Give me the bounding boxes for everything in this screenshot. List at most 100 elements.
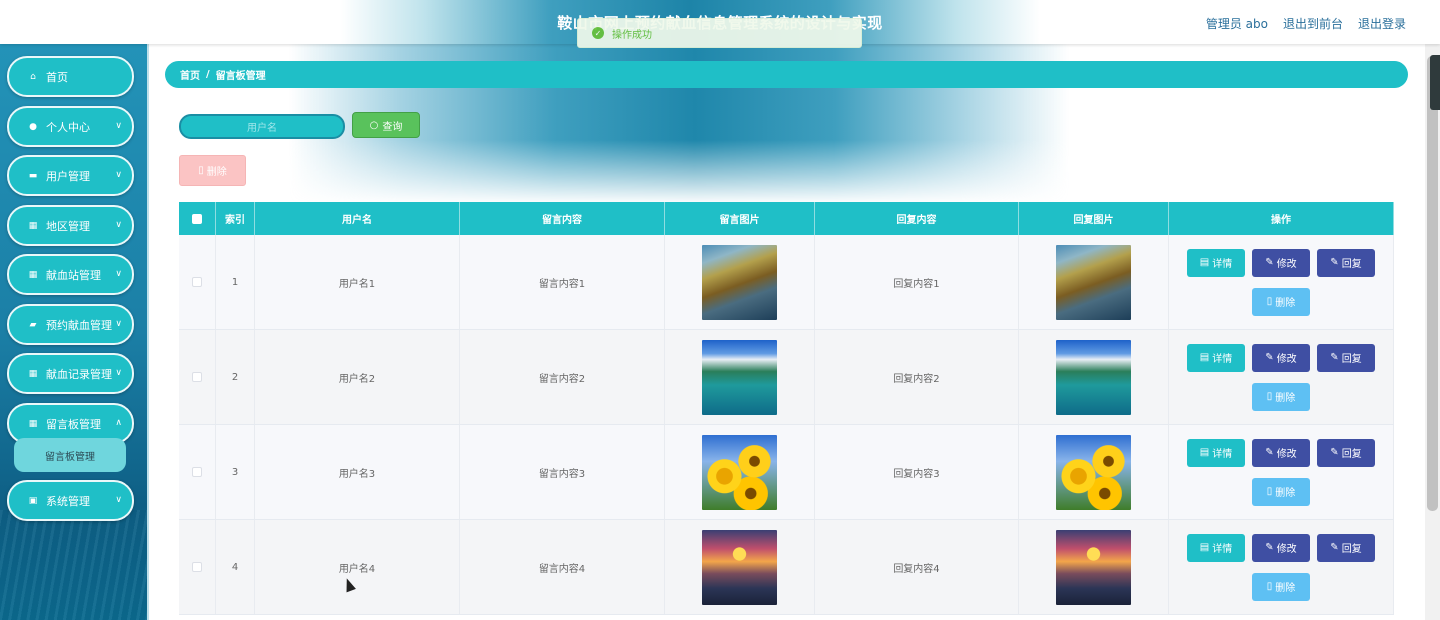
success-toast: ✓ 操作成功 bbox=[577, 18, 862, 48]
edit-button[interactable]: ✎ 修改 bbox=[1252, 438, 1310, 467]
edit-label: 修改 bbox=[1276, 354, 1297, 365]
toast-message: 操作成功 bbox=[612, 29, 652, 41]
reply-image[interactable] bbox=[1056, 434, 1131, 510]
message-image-cell bbox=[665, 520, 815, 614]
chevron-down-icon: ∨ bbox=[115, 220, 122, 230]
detail-button[interactable]: ▤ 详情 bbox=[1187, 343, 1245, 372]
admin-user-label[interactable]: 管理员 abo bbox=[1206, 15, 1268, 32]
select-all-checkbox[interactable] bbox=[192, 213, 202, 224]
message-image[interactable] bbox=[702, 339, 777, 415]
action-buttons: ▤ 详情 ✎ 修改 ✎ 回复 ▯ 删除 bbox=[1181, 533, 1381, 601]
message-image-cell bbox=[665, 330, 815, 424]
scrollbar-thumb[interactable] bbox=[1427, 56, 1438, 511]
vertical-scrollbar[interactable] bbox=[1425, 44, 1440, 620]
row-checkbox[interactable] bbox=[192, 467, 202, 477]
username-search-input[interactable]: 用户名 bbox=[179, 114, 345, 139]
pencil-icon: ✎ bbox=[1330, 257, 1339, 268]
delete-button[interactable]: ▯ 删除 bbox=[1252, 477, 1310, 506]
chevron-down-icon: ∨ bbox=[115, 269, 122, 279]
trash-icon: ▯ bbox=[1266, 581, 1273, 592]
reply-image[interactable] bbox=[1056, 339, 1131, 415]
column-header: 用户名 bbox=[255, 202, 460, 235]
row-checkbox-cell bbox=[179, 520, 216, 614]
message-table: 索引 用户名 留言内容 留言图片 回复内容 回复图片 操作 1 用户名1 留言内… bbox=[179, 202, 1394, 615]
pencil-icon: ✎ bbox=[1265, 257, 1274, 268]
message-image[interactable] bbox=[702, 434, 777, 510]
column-header: 留言图片 bbox=[665, 202, 815, 235]
chevron-down-icon: ∨ bbox=[115, 121, 122, 131]
reply-button[interactable]: ✎ 回复 bbox=[1317, 248, 1375, 277]
check-circle-icon: ✓ bbox=[592, 27, 604, 39]
bulk-delete-button[interactable]: ▯ 删除 bbox=[179, 155, 246, 186]
reply-image[interactable] bbox=[1056, 244, 1131, 320]
trash-icon: ▯ bbox=[198, 165, 204, 176]
column-header: 回复内容 bbox=[815, 202, 1019, 235]
sidebar-item-label: 献血站管理 bbox=[46, 268, 101, 282]
chevron-down-icon: ∨ bbox=[115, 170, 122, 180]
detail-label: 详情 bbox=[1212, 354, 1233, 365]
document-icon: ▤ bbox=[1199, 542, 1210, 553]
edit-button[interactable]: ✎ 修改 bbox=[1252, 248, 1310, 277]
reply-image[interactable] bbox=[1056, 529, 1131, 605]
reply-label: 回复 bbox=[1341, 354, 1362, 365]
grid-icon: ▦ bbox=[28, 368, 38, 379]
delete-label: 删除 bbox=[1275, 298, 1296, 309]
back-to-front-link[interactable]: 退出到前台 bbox=[1283, 15, 1343, 32]
index-cell: 2 bbox=[216, 330, 255, 424]
sidebar-item-label: 个人中心 bbox=[46, 120, 90, 134]
actions-cell: ▤ 详情 ✎ 修改 ✎ 回复 ▯ 删除 bbox=[1169, 520, 1394, 614]
sidebar-item-donation-records[interactable]: ▦ 献血记录管理 ∨ bbox=[7, 353, 134, 394]
message-cell: 留言内容4 bbox=[460, 520, 665, 614]
column-header: 操作 bbox=[1169, 202, 1394, 235]
delete-label: 删除 bbox=[1275, 393, 1296, 404]
delete-button[interactable]: ▯ 删除 bbox=[1252, 382, 1310, 411]
trash-icon: ▯ bbox=[1266, 296, 1273, 307]
sidebar-item-appointment[interactable]: ▰ 预约献血管理 ∨ bbox=[7, 304, 134, 345]
main-content: 首页 / 留言板管理 用户名 ○ 查询 ▯ 删除 索引 用户名 留言内容 留言图… bbox=[149, 44, 1425, 620]
sidebar-item-home[interactable]: ⌂ 首页 bbox=[7, 56, 134, 97]
logout-link[interactable]: 退出登录 bbox=[1358, 15, 1406, 32]
pencil-icon: ✎ bbox=[1330, 542, 1339, 553]
reply-cell: 回复内容3 bbox=[815, 425, 1019, 519]
actions-cell: ▤ 详情 ✎ 修改 ✎ 回复 ▯ 删除 bbox=[1169, 235, 1394, 329]
reply-button[interactable]: ✎ 回复 bbox=[1317, 438, 1375, 467]
message-image[interactable] bbox=[702, 244, 777, 320]
sidebar-item-profile[interactable]: ● 个人中心 ∨ bbox=[7, 106, 134, 147]
side-widget-handle[interactable] bbox=[1430, 55, 1440, 110]
sidebar-item-blood-station[interactable]: ▦ 献血站管理 ∨ bbox=[7, 254, 134, 295]
sidebar-item-system[interactable]: ▣ 系统管理 ∨ bbox=[7, 480, 134, 521]
row-checkbox[interactable] bbox=[192, 372, 202, 382]
edit-button[interactable]: ✎ 修改 bbox=[1252, 533, 1310, 562]
delete-button[interactable]: ▯ 删除 bbox=[1252, 287, 1310, 316]
username-cell: 用户名2 bbox=[255, 330, 460, 424]
column-header: 留言内容 bbox=[460, 202, 665, 235]
query-button-label: 查询 bbox=[382, 121, 403, 133]
breadcrumb-home[interactable]: 首页 bbox=[180, 67, 200, 82]
username-cell: 用户名1 bbox=[255, 235, 460, 329]
row-checkbox[interactable] bbox=[192, 277, 202, 287]
message-image[interactable] bbox=[702, 529, 777, 605]
detail-button[interactable]: ▤ 详情 bbox=[1187, 248, 1245, 277]
pencil-icon: ✎ bbox=[1265, 352, 1274, 363]
table-row: 1 用户名1 留言内容1 回复内容1 ▤ 详情 ✎ 修改 ✎ 回复 ▯ 删除 bbox=[179, 235, 1394, 330]
detail-button[interactable]: ▤ 详情 bbox=[1187, 533, 1245, 562]
header-actions: 管理员 abo 退出到前台 退出登录 bbox=[1206, 15, 1406, 32]
sidebar-item-region[interactable]: ▦ 地区管理 ∨ bbox=[7, 205, 134, 246]
column-header: 回复图片 bbox=[1019, 202, 1169, 235]
row-checkbox-cell bbox=[179, 235, 216, 329]
action-buttons: ▤ 详情 ✎ 修改 ✎ 回复 ▯ 删除 bbox=[1181, 438, 1381, 506]
edit-button[interactable]: ✎ 修改 bbox=[1252, 343, 1310, 372]
reply-button[interactable]: ✎ 回复 bbox=[1317, 343, 1375, 372]
reply-label: 回复 bbox=[1341, 449, 1362, 460]
sidebar-item-users[interactable]: ▬ 用户管理 ∨ bbox=[7, 155, 134, 196]
column-header: 索引 bbox=[216, 202, 255, 235]
row-checkbox-cell bbox=[179, 330, 216, 424]
submenu-item-message-board[interactable]: 留言板管理 bbox=[14, 438, 126, 472]
actions-cell: ▤ 详情 ✎ 修改 ✎ 回复 ▯ 删除 bbox=[1169, 425, 1394, 519]
chevron-down-icon: ∨ bbox=[115, 495, 122, 505]
delete-button[interactable]: ▯ 删除 bbox=[1252, 572, 1310, 601]
reply-button[interactable]: ✎ 回复 bbox=[1317, 533, 1375, 562]
row-checkbox[interactable] bbox=[192, 562, 202, 572]
query-button[interactable]: ○ 查询 bbox=[352, 112, 420, 138]
detail-button[interactable]: ▤ 详情 bbox=[1187, 438, 1245, 467]
